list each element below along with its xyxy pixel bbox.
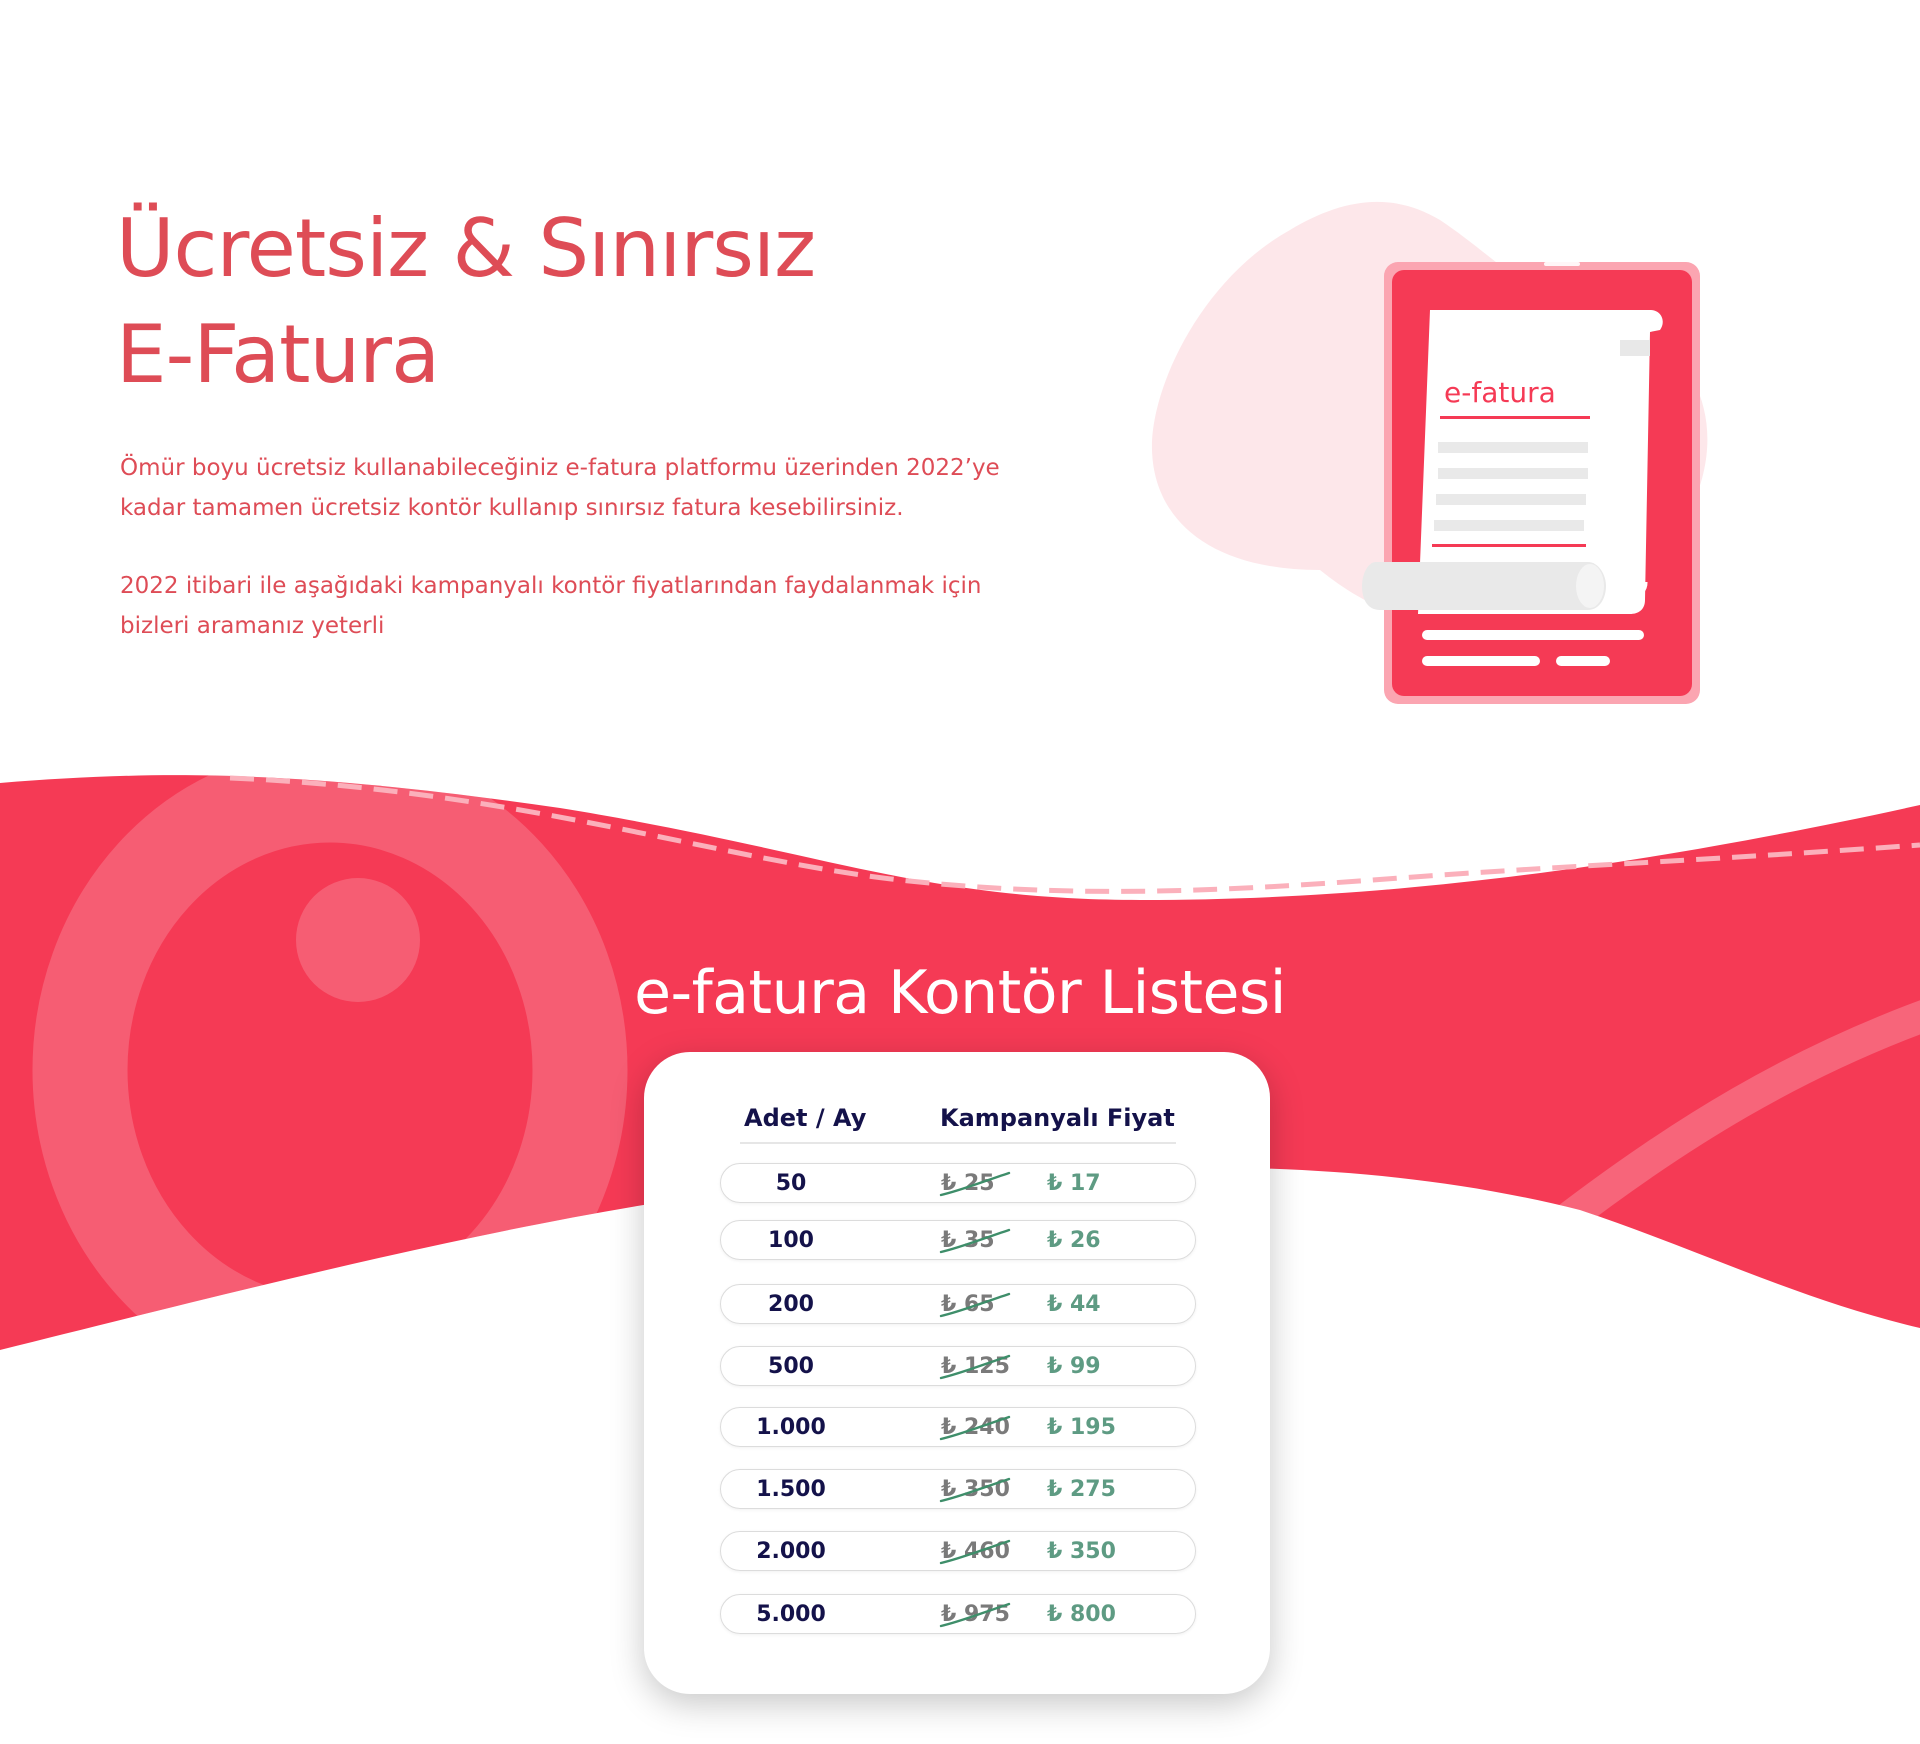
price-list-card: Adet / Ay Kampanyalı Fiyat 50 ₺ 25 ₺ 17 100… [644,1052,1270,1694]
row-campaign-price: ₺ 350 [1047,1539,1116,1564]
price-row: 50 ₺ 25 ₺ 17 [720,1163,1196,1203]
row-old-price: ₺ 65 [939,1292,1011,1318]
strikethrough-mark [939,1171,1011,1197]
hero-description: Ömür boyu ücretsiz kullanabileceğiniz e-… [120,448,1080,528]
column-header-price: Kampanyalı Fiyat [940,1104,1175,1132]
hero-title-line-2: E-Fatura [116,308,440,401]
row-quantity: 2.000 [756,1539,826,1564]
row-old-price: ₺ 35 [939,1228,1011,1254]
row-campaign-price: ₺ 26 [1047,1228,1101,1253]
row-quantity: 100 [768,1228,814,1253]
document-label: e-fatura [1444,376,1556,409]
strikethrough-mark [939,1354,1011,1380]
row-campaign-price: ₺ 195 [1047,1415,1116,1440]
price-table-header: Adet / Ay Kampanyalı Fiyat [644,1104,1270,1144]
hero-description-line-1: Ömür boyu ücretsiz kullanabileceğiniz e-… [120,455,1000,481]
row-old-price: ₺ 460 [939,1539,1011,1565]
price-row: 1.000 ₺ 240 ₺ 195 [720,1407,1196,1447]
row-old-price: ₺ 975 [939,1602,1011,1628]
row-campaign-price: ₺ 17 [1047,1171,1101,1196]
price-row: 5.000 ₺ 975 ₺ 800 [720,1594,1196,1634]
row-quantity: 50 [775,1171,807,1196]
price-row: 2.000 ₺ 460 ₺ 350 [720,1531,1196,1571]
e-invoice-tablet-illustration: e-fatura ₺ [1151,201,1708,704]
row-quantity: 500 [768,1354,814,1379]
strikethrough-mark [939,1415,1011,1441]
strikethrough-mark [939,1539,1011,1565]
row-quantity: 5.000 [756,1602,826,1627]
row-old-price: ₺ 125 [939,1354,1011,1380]
hero-title-line-1: Ücretsiz & Sınırsız [116,202,816,295]
strikethrough-mark [939,1292,1011,1318]
row-old-price: ₺ 240 [939,1415,1011,1441]
row-quantity: 1.500 [756,1477,826,1502]
page: Ücretsiz & Sınırsız E-Fatura Ömür boyu ü… [0,0,1920,1744]
strikethrough-mark [939,1228,1011,1254]
hero-campaign-note: 2022 itibari ile aşağıdaki kampanyalı ko… [120,566,1080,646]
hero-campaign-note-line-1: 2022 itibari ile aşağıdaki kampanyalı ko… [120,573,982,599]
lira-icon: ₺ [1618,558,1649,609]
strikethrough-mark [939,1602,1011,1628]
hero-campaign-note-line-2: bizleri aramanız yeterli [120,613,385,639]
hero-title: Ücretsiz & Sınırsız E-Fatura [116,196,816,408]
price-row: 100 ₺ 35 ₺ 26 [720,1220,1196,1260]
row-old-price: ₺ 350 [939,1477,1011,1503]
header-divider [740,1142,1176,1144]
row-old-price: ₺ 25 [939,1171,1011,1197]
row-campaign-price: ₺ 99 [1047,1354,1101,1379]
price-list-title: e-fatura Kontör Listesi [634,958,1286,1028]
row-campaign-price: ₺ 44 [1047,1292,1101,1317]
row-campaign-price: ₺ 800 [1047,1602,1116,1627]
hero-description-line-2: kadar tamamen ücretsiz kontör kullanıp s… [120,495,904,521]
row-quantity: 200 [768,1292,814,1317]
price-row: 200 ₺ 65 ₺ 44 [720,1284,1196,1324]
price-row: 1.500 ₺ 350 ₺ 275 [720,1469,1196,1509]
price-row: 500 ₺ 125 ₺ 99 [720,1346,1196,1386]
strikethrough-mark [939,1477,1011,1503]
row-campaign-price: ₺ 275 [1047,1477,1116,1502]
row-quantity: 1.000 [756,1415,826,1440]
column-header-quantity: Adet / Ay [744,1104,867,1132]
